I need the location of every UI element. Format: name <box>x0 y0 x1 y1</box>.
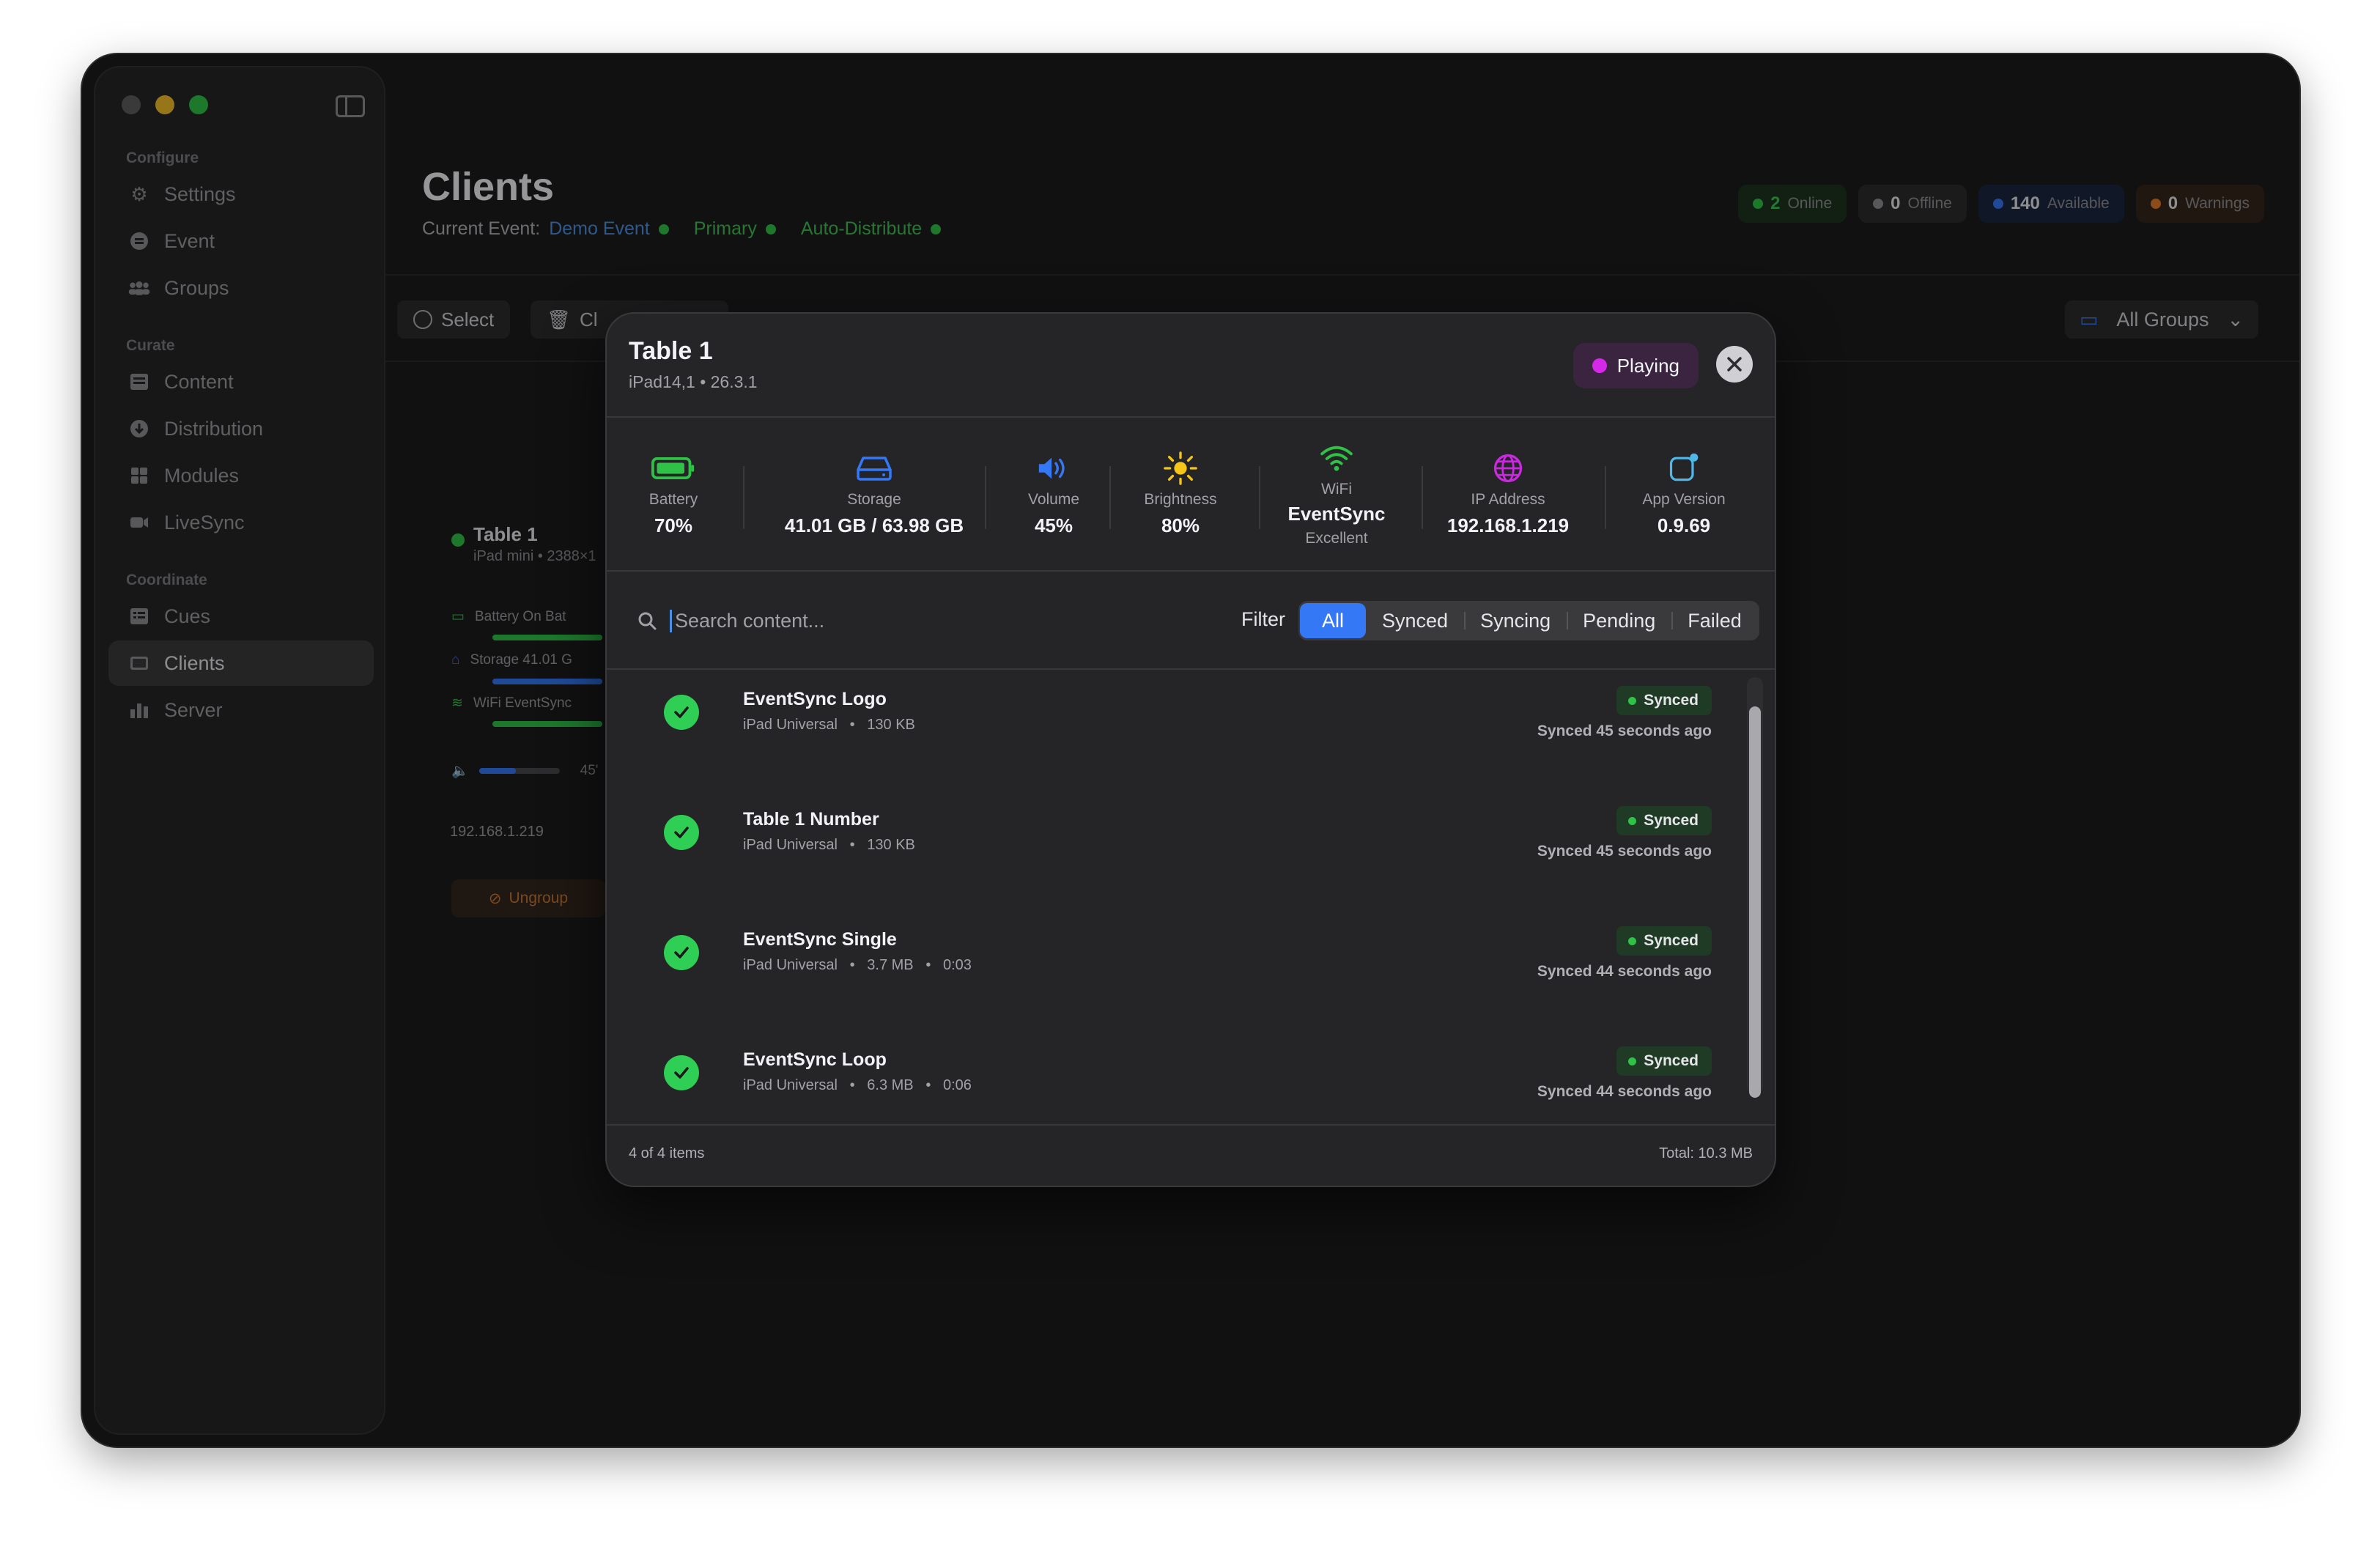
status-label: Synced <box>1644 1052 1699 1069</box>
metric-battery: Battery 70% <box>629 418 718 569</box>
app-update-icon <box>1660 450 1707 487</box>
status-label: Synced <box>1644 692 1699 709</box>
divider <box>743 466 744 529</box>
metric-app-version: App Version 0.9.69 <box>1618 418 1750 569</box>
status-label: Synced <box>1644 932 1699 949</box>
sun-icon <box>1157 450 1204 487</box>
item-meta: iPad Universal • 6.3 MB • 0:06 <box>743 1077 972 1093</box>
synced-dot <box>1628 937 1637 945</box>
storage-icon <box>851 450 898 487</box>
metric-label: WiFi <box>1321 480 1352 498</box>
globe-icon <box>1485 450 1531 487</box>
divider <box>607 1124 1775 1126</box>
modal-subtitle: iPad14,1 • 26.3.1 <box>629 372 758 391</box>
synced-dot <box>1628 696 1637 705</box>
metric-value: 45% <box>1034 514 1073 536</box>
synced-dot <box>1628 1057 1637 1065</box>
filter-option-pending[interactable]: Pending <box>1567 603 1671 638</box>
search-icon <box>638 612 657 630</box>
metric-value: 0.9.69 <box>1657 514 1711 536</box>
item-meta: iPad Universal • 130 KB <box>743 717 915 733</box>
status-label: Synced <box>1644 812 1699 829</box>
synced-time: Synced 44 seconds ago <box>1537 1083 1712 1100</box>
content-list: EventSync Logo iPad Universal • 130 KB S… <box>607 670 1763 1124</box>
list-item[interactable]: Table 1 Number iPad Universal • 130 KB S… <box>607 790 1753 910</box>
metric-label: IP Address <box>1471 490 1545 508</box>
metric-brightness: Brightness 80% <box>1126 418 1235 569</box>
wifi-icon <box>1313 440 1360 476</box>
status-badge: Synced <box>1616 686 1712 715</box>
metric-volume: Volume 45% <box>1002 418 1105 569</box>
filter-option-syncing[interactable]: Syncing <box>1464 603 1567 638</box>
list-item[interactable]: EventSync Loop iPad Universal • 6.3 MB •… <box>607 1030 1753 1150</box>
close-button[interactable] <box>1716 346 1753 383</box>
synced-time: Synced 45 seconds ago <box>1537 843 1712 860</box>
divider <box>607 570 1775 572</box>
metric-storage: Storage 41.01 GB / 63.98 GB <box>761 418 988 569</box>
metric-subvalue: Excellent <box>1305 529 1368 547</box>
device-metrics: Battery 70% Storage 41.01 GB / 63.98 GB … <box>607 418 1775 569</box>
scrollbar[interactable] <box>1747 677 1763 1098</box>
playing-dot <box>1592 358 1607 373</box>
synced-time: Synced 45 seconds ago <box>1537 723 1712 739</box>
checkmark-icon <box>664 695 699 730</box>
checkmark-icon <box>664 1055 699 1090</box>
metric-value: 80% <box>1161 514 1200 536</box>
filter-option-failed[interactable]: Failed <box>1671 603 1758 638</box>
item-name: Table 1 Number <box>743 809 879 830</box>
checkmark-icon <box>664 815 699 850</box>
metric-label: Storage <box>847 490 901 508</box>
synced-time: Synced 44 seconds ago <box>1537 963 1712 980</box>
status-badge: Synced <box>1616 1046 1712 1076</box>
item-meta: iPad Universal • 130 KB <box>743 837 915 853</box>
divider <box>985 466 986 529</box>
scrollbar-thumb[interactable] <box>1749 706 1761 1098</box>
metric-value: EventSync <box>1287 502 1386 525</box>
client-detail-modal: Table 1 iPad14,1 • 26.3.1 Playing Batter… <box>605 312 1776 1187</box>
item-name: EventSync Single <box>743 929 897 950</box>
metric-label: App Version <box>1642 490 1726 508</box>
speaker-icon <box>1030 450 1077 487</box>
status-label: Playing <box>1616 354 1679 377</box>
divider <box>1109 466 1111 529</box>
metric-ip-address: IP Address 192.168.1.219 <box>1435 418 1581 569</box>
list-item[interactable]: EventSync Logo iPad Universal • 130 KB S… <box>607 670 1753 790</box>
metric-label: Volume <box>1027 490 1080 508</box>
metric-value: 192.168.1.219 <box>1446 514 1570 536</box>
filter-label: Filter <box>1241 608 1285 630</box>
item-meta: iPad Universal • 3.7 MB • 0:03 <box>743 957 972 973</box>
close-icon <box>1727 357 1742 372</box>
status-badge: Playing <box>1572 343 1699 388</box>
search-input[interactable] <box>670 609 1168 632</box>
item-name: EventSync Logo <box>743 689 887 709</box>
metric-value: 41.01 GB / 63.98 GB <box>784 514 964 536</box>
search-bar <box>636 596 1178 645</box>
battery-icon <box>650 450 697 487</box>
list-item[interactable]: EventSync Single iPad Universal • 3.7 MB… <box>607 910 1753 1030</box>
filter-segmented-control: All Synced Syncing Pending Failed <box>1298 601 1759 640</box>
filter-option-synced[interactable]: Synced <box>1366 603 1464 638</box>
item-count: 4 of 4 items <box>629 1145 705 1161</box>
item-name: EventSync Loop <box>743 1049 887 1070</box>
divider <box>1422 466 1423 529</box>
metric-label: Brightness <box>1144 490 1217 508</box>
metric-label: Battery <box>648 490 698 508</box>
checkmark-icon <box>664 935 699 970</box>
metric-value: 70% <box>654 514 693 536</box>
modal-title: Table 1 <box>629 337 713 365</box>
divider <box>1259 466 1260 529</box>
status-badge: Synced <box>1616 806 1712 835</box>
filter-option-all[interactable]: All <box>1300 603 1367 638</box>
synced-dot <box>1628 816 1637 825</box>
metric-wifi: WiFi EventSync Excellent <box>1275 418 1398 569</box>
divider <box>1605 466 1606 529</box>
total-size: Total: 10.3 MB <box>1659 1145 1753 1161</box>
status-badge: Synced <box>1616 926 1712 956</box>
